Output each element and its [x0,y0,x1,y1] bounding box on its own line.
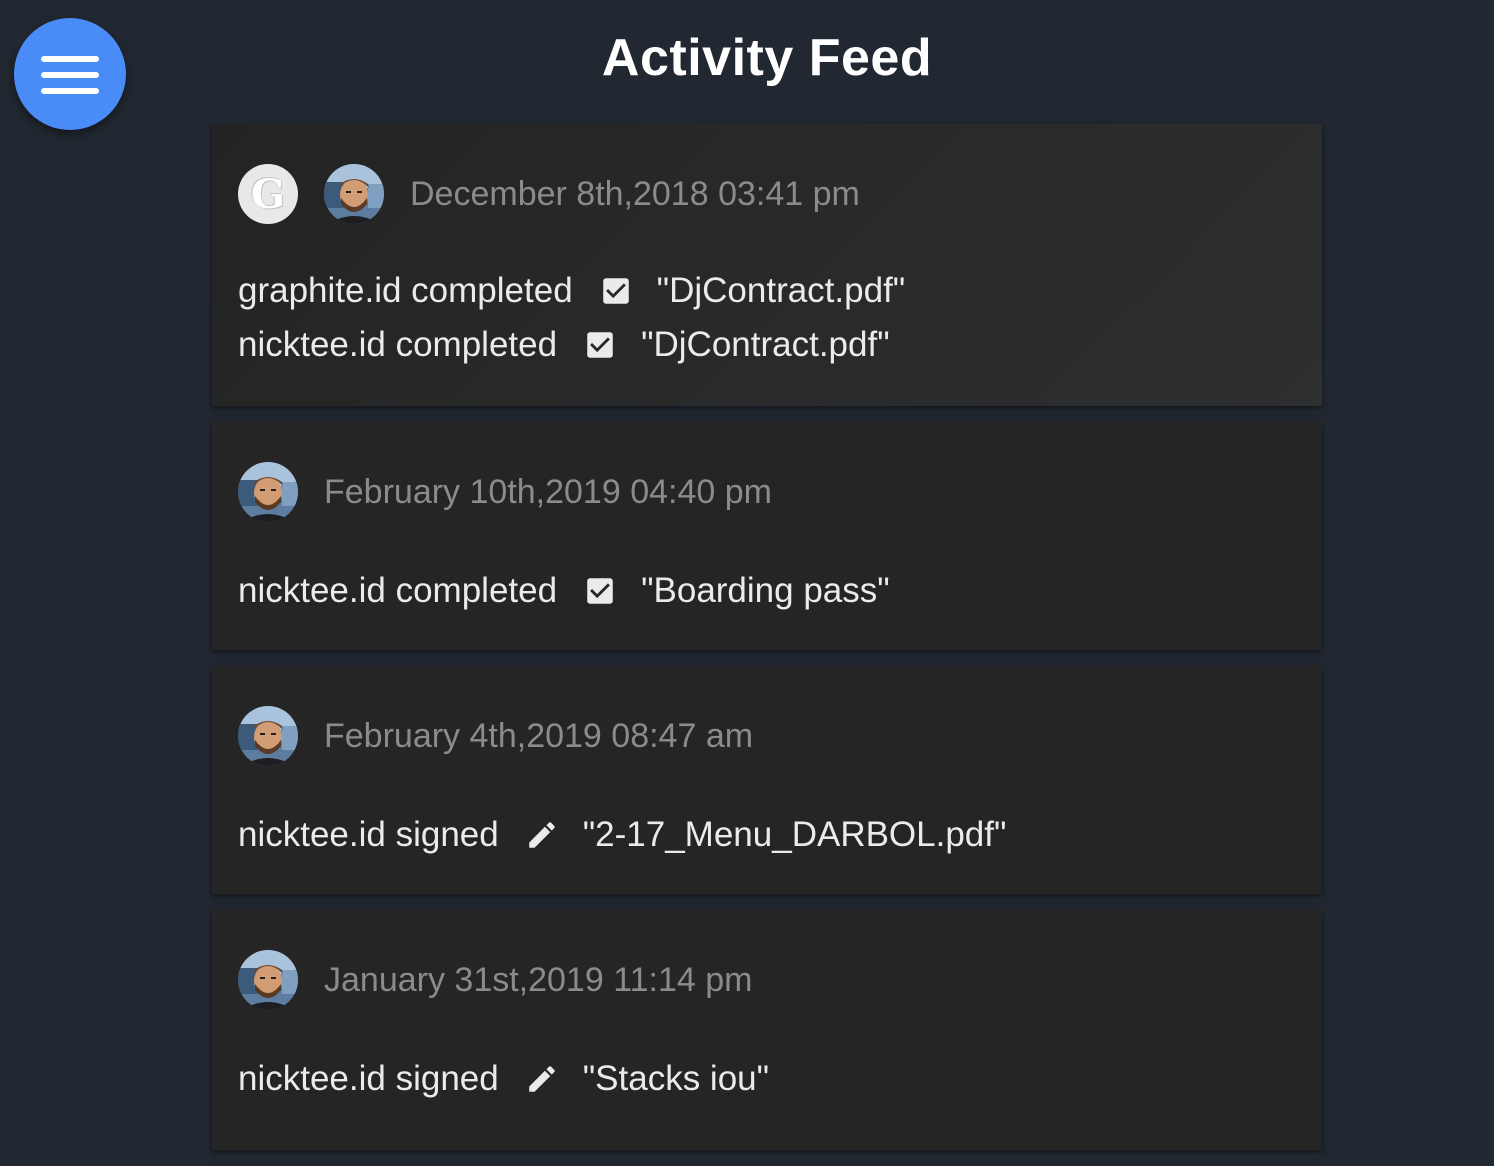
activity-row: nicktee.id signed "Stacks iou" [238,1052,1296,1106]
graphite-logo-avatar: G [238,164,298,224]
activity-timestamp: February 4th,2019 08:47 am [324,716,754,755]
user-photo-avatar [238,950,298,1010]
activity-actor: nicktee.id completed [238,571,558,610]
activity-feed: G December 8th,2018 03:41 pm graphite.id… [212,124,1322,1166]
checkbox-checked-icon [583,574,617,608]
document-name: "2-17_Menu_DARBOL.pdf" [582,815,1007,854]
checkbox-checked-icon [583,328,617,362]
user-photo-avatar [238,706,298,766]
activity-actor: nicktee.id signed [238,815,499,854]
activity-actor: nicktee.id signed [238,1059,499,1098]
document-name: "Stacks iou" [582,1059,770,1098]
pencil-icon [525,1062,559,1096]
activity-timestamp: December 8th,2018 03:41 pm [410,174,860,213]
activity-actor: graphite.id completed [238,271,573,310]
activity-actor: nicktee.id completed [238,325,558,364]
activity-card: G December 8th,2018 03:41 pm graphite.id… [212,124,1322,406]
pencil-icon [525,818,559,852]
graphite-logo-letter: G [250,170,286,218]
checkbox-checked-icon [599,274,633,308]
document-name: "DjContract.pdf" [641,325,890,364]
activity-list: graphite.id completed "DjContract.pdf" n… [238,264,1296,372]
activity-card: January 31st,2019 11:14 pm nicktee.id si… [212,910,1322,1150]
card-header: February 10th,2019 04:40 pm [238,460,1296,524]
activity-timestamp: February 10th,2019 04:40 pm [324,472,772,511]
page-title: Activity Feed [601,29,933,87]
card-header: G December 8th,2018 03:41 pm [238,162,1296,226]
hamburger-menu-icon-bar [41,88,99,94]
document-name: "Boarding pass" [641,571,890,610]
card-header: February 4th,2019 08:47 am [238,704,1296,768]
document-name: "DjContract.pdf" [656,271,906,310]
activity-list: nicktee.id signed "Stacks iou" [238,1052,1296,1106]
activity-list: nicktee.id signed "2-17_Menu_DARBOL.pdf" [238,808,1296,862]
activity-row: nicktee.id signed "2-17_Menu_DARBOL.pdf" [238,808,1296,862]
activity-card: February 10th,2019 04:40 pm nicktee.id c… [212,422,1322,650]
card-header: January 31st,2019 11:14 pm [238,948,1296,1012]
activity-row: nicktee.id completed "DjContract.pdf" [238,318,1296,372]
activity-row: nicktee.id completed "Boarding pass" [238,564,1296,618]
activity-row: graphite.id completed "DjContract.pdf" [238,264,1296,318]
user-photo-avatar [324,164,384,224]
activity-list: nicktee.id completed "Boarding pass" [238,564,1296,618]
user-photo-avatar [238,462,298,522]
activity-card: February 4th,2019 08:47 am nicktee.id si… [212,666,1322,894]
activity-timestamp: January 31st,2019 11:14 pm [324,960,753,999]
